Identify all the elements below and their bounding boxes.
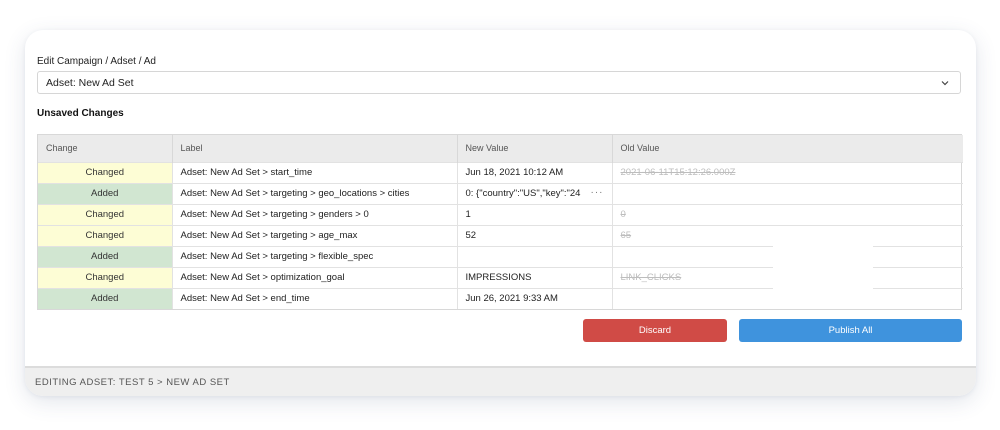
breadcrumb: EDITING ADSET: TEST 5 > NEW AD SET (35, 376, 230, 388)
new-value-cell: 1 (457, 203, 613, 225)
change-type-cell: Changed (38, 203, 173, 225)
column-header-new-value[interactable]: New Value (457, 135, 613, 162)
new-value-cell: IMPRESSIONS (457, 266, 613, 288)
table-row[interactable]: Added Adset: New Ad Set > targeting > ge… (38, 182, 963, 204)
unsaved-changes-title: Unsaved Changes (37, 108, 124, 119)
old-value-cell: 0 (612, 203, 963, 225)
new-value-cell: 52 (457, 224, 613, 246)
table-header-row: Change Label New Value Old Value (38, 135, 963, 162)
old-value-cell: 2021-06-11T15:12:26.000Z (612, 161, 963, 183)
label-cell: Adset: New Ad Set > targeting > age_max (172, 224, 458, 246)
change-type-cell: Changed (38, 266, 173, 288)
table-row[interactable]: Changed Adset: New Ad Set > targeting > … (38, 203, 963, 225)
new-value-cell: 0: {"country":"US","key":"24 ··· (457, 182, 613, 204)
change-type-cell: Added (38, 245, 173, 267)
discard-button[interactable]: Discard (583, 319, 727, 342)
old-value-cell (612, 182, 963, 204)
publish-all-button[interactable]: Publish All (739, 319, 962, 342)
new-value-cell: Jun 18, 2021 10:12 AM (457, 161, 613, 183)
new-value-cell (457, 245, 613, 267)
column-header-change[interactable]: Change (38, 135, 173, 162)
table-row[interactable]: Added Adset: New Ad Set > end_time Jun 2… (38, 287, 963, 309)
label-cell: Adset: New Ad Set > targeting > flexible… (172, 245, 458, 267)
label-cell: Adset: New Ad Set > targeting > genders … (172, 203, 458, 225)
entity-select-value: Adset: New Ad Set (46, 76, 134, 89)
label-cell: Adset: New Ad Set > optimization_goal (172, 266, 458, 288)
table-row[interactable]: Changed Adset: New Ad Set > start_time J… (38, 161, 963, 183)
change-type-cell: Changed (38, 224, 173, 246)
entity-select[interactable]: Adset: New Ad Set (37, 71, 961, 94)
label-cell: Adset: New Ad Set > start_time (172, 161, 458, 183)
editor-card: Edit Campaign / Adset / Ad Adset: New Ad… (25, 30, 976, 396)
redaction-overlay (773, 245, 873, 290)
chevron-down-icon (938, 76, 952, 90)
footer-breadcrumb: EDITING ADSET: TEST 5 > NEW AD SET (25, 366, 976, 396)
column-header-label[interactable]: Label (172, 135, 458, 162)
label-cell: Adset: New Ad Set > end_time (172, 287, 458, 309)
label-cell: Adset: New Ad Set > targeting > geo_loca… (172, 182, 458, 204)
table-row[interactable]: Changed Adset: New Ad Set > targeting > … (38, 224, 963, 246)
new-value-text: 0: {"country":"US","key":"24 (465, 188, 581, 199)
change-type-cell: Changed (38, 161, 173, 183)
change-type-cell: Added (38, 287, 173, 309)
new-value-cell: Jun 26, 2021 9:33 AM (457, 287, 613, 309)
column-header-old-value[interactable]: Old Value (612, 135, 963, 162)
section-label: Edit Campaign / Adset / Ad (37, 56, 156, 67)
old-value-cell: 65 (612, 224, 963, 246)
change-type-cell: Added (38, 182, 173, 204)
more-icon[interactable]: ··· (591, 187, 604, 198)
old-value-cell (612, 287, 963, 309)
